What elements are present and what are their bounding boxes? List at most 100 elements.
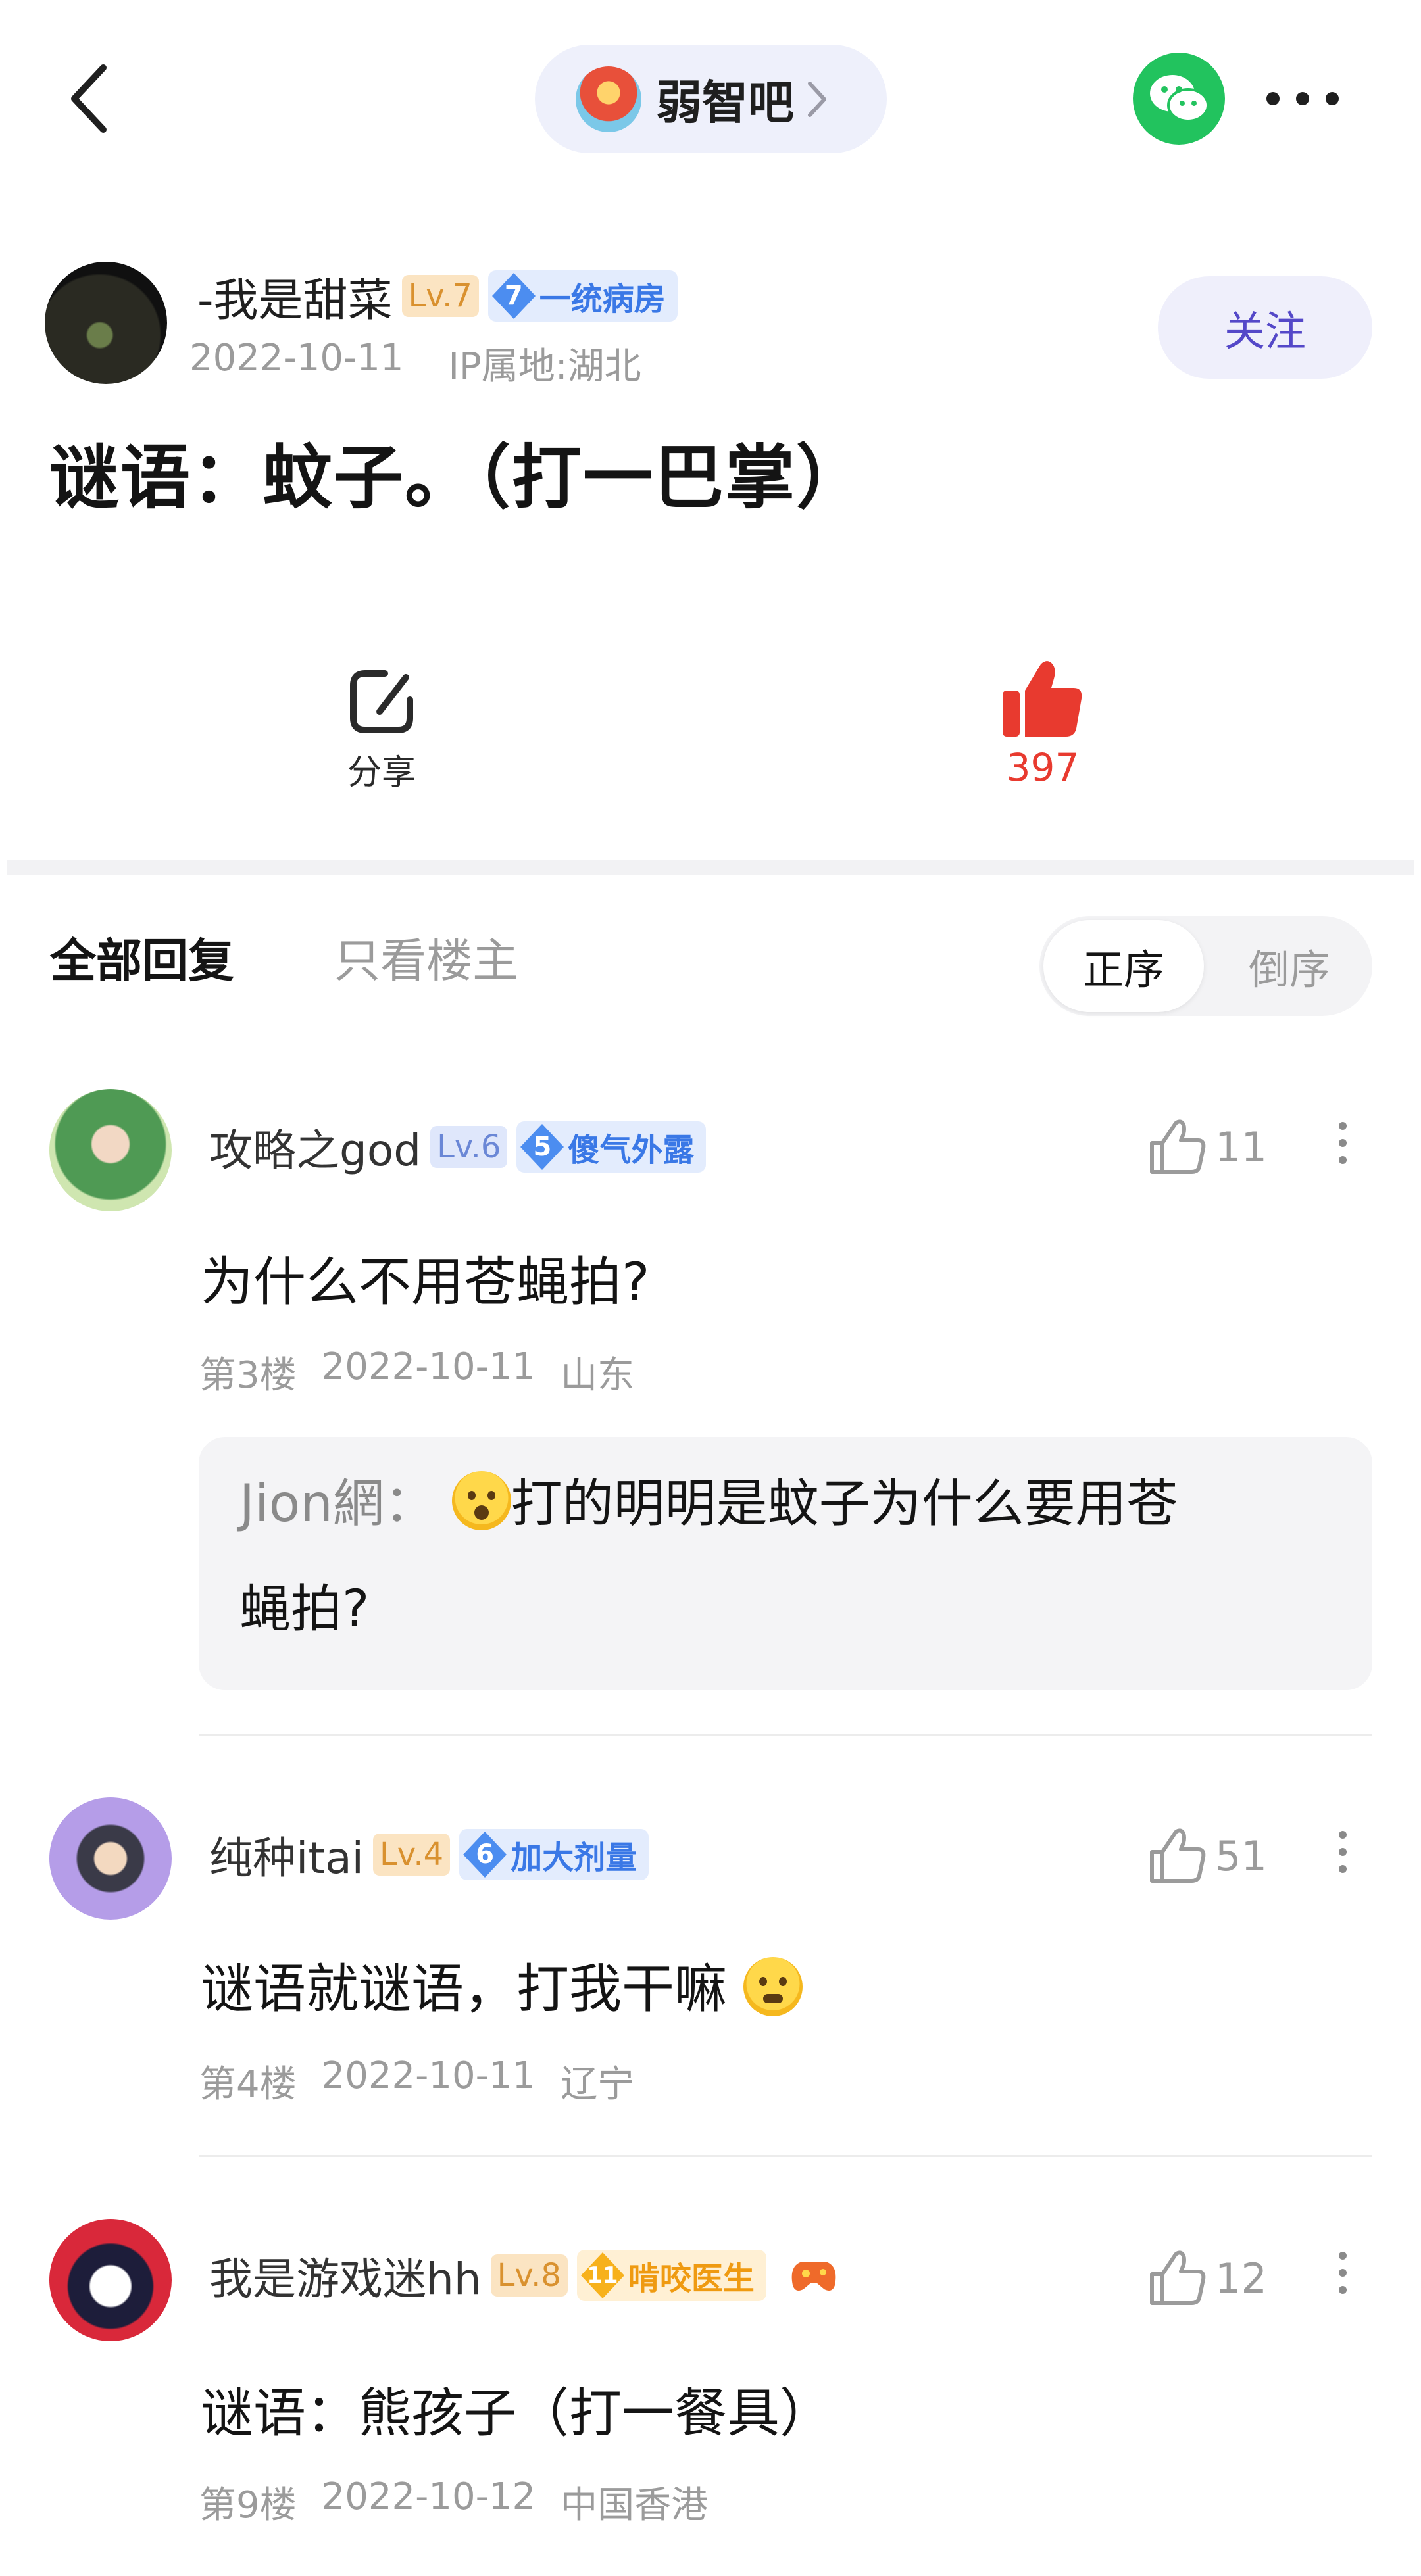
title-badge-number: 6	[476, 1839, 495, 1870]
reply-more-button[interactable]	[1335, 1122, 1350, 1164]
like-button[interactable]: 397	[990, 658, 1095, 790]
reply-like-count: 12	[1215, 2254, 1267, 2302]
back-button[interactable]	[62, 62, 122, 135]
reply-meta: 第9楼 2022-10-12 中国香港	[199, 2475, 708, 2529]
more-options-button[interactable]	[1266, 85, 1339, 112]
reply-date: 2022-10-11	[321, 2054, 536, 2097]
level-badge: Lv.6	[430, 1126, 508, 1168]
wechat-share-button[interactable]	[1133, 53, 1225, 145]
diamond-badge-icon: 7	[488, 270, 539, 322]
reply-text: 谜语：熊孩子（打一餐具）	[201, 2383, 832, 2444]
post-date: 2022-10-11	[189, 337, 404, 379]
reply-text: 为什么不用苍蝇拍?	[201, 1252, 650, 1313]
thumbs-up-filled-icon	[1003, 661, 1082, 737]
dot-icon	[1339, 2269, 1347, 2277]
top-bar: 弱智吧	[0, 0, 1421, 197]
forum-link[interactable]: 弱智吧	[535, 45, 887, 153]
level-badge: Lv.8	[490, 2254, 568, 2297]
reply-location: 中国香港	[561, 2484, 709, 2527]
level-badge: Lv.7	[401, 275, 479, 317]
reply-like-count: 51	[1215, 1832, 1267, 1880]
dot-icon	[1339, 1865, 1347, 1873]
reply-name-row: 纯种itai Lv.4 6 加大剂量	[209, 1822, 649, 1887]
reply-meta: 第3楼 2022-10-11 山东	[199, 1346, 634, 1399]
chevron-right-icon	[808, 81, 826, 117]
reply-date: 2022-10-12	[321, 2475, 536, 2518]
reply-floor: 第3楼	[199, 1354, 297, 1397]
reply-more-button[interactable]	[1335, 1831, 1350, 1873]
reply-username[interactable]: 我是游戏迷hh	[209, 2244, 482, 2307]
dot-icon	[1326, 92, 1339, 105]
op-meta: 2022-10-11 IP属地:湖北	[189, 337, 641, 390]
thumbs-up-icon	[1150, 1828, 1206, 1883]
reply-more-button[interactable]	[1335, 2252, 1350, 2294]
section-divider	[7, 860, 1414, 875]
thumbs-up-icon	[1150, 1119, 1206, 1174]
forum-avatar	[576, 66, 641, 132]
reply-meta: 第4楼 2022-10-11 辽宁	[199, 2054, 634, 2108]
sort-ascending-button[interactable]: 正序	[1043, 920, 1204, 1012]
reply-like-button[interactable]: 51	[1148, 1827, 1267, 1885]
dot-icon	[1339, 1831, 1347, 1839]
dot-icon	[1339, 1122, 1347, 1130]
follow-button[interactable]: 关注	[1158, 276, 1372, 379]
reply-like-button[interactable]: 12	[1148, 2249, 1267, 2307]
title-badge-label: 加大剂量	[511, 1839, 637, 1876]
dot-icon	[1296, 92, 1309, 105]
sub-reply-text-line1: 打的明明是蚊子为什么要用苍	[511, 1474, 1178, 1534]
reply-divider	[199, 2155, 1372, 2157]
angry-emoji-icon	[743, 1957, 803, 2016]
reply-like-count: 11	[1215, 1123, 1267, 1171]
reply-avatar[interactable]	[49, 2219, 172, 2341]
title-badge-number: 11	[587, 2262, 618, 2289]
sort-descending-button[interactable]: 倒序	[1209, 920, 1370, 1012]
reply-like-button[interactable]: 11	[1148, 1118, 1267, 1176]
share-icon	[350, 670, 413, 733]
reply-avatar[interactable]	[49, 1797, 172, 1920]
sub-reply-author[interactable]: Jion網：	[239, 1474, 436, 1534]
reply-floor: 第9楼	[199, 2484, 297, 2527]
reply-username[interactable]: 攻略之god	[209, 1115, 421, 1179]
reply-floor: 第4楼	[199, 2063, 297, 2106]
sub-reply-text-line2: 蝇拍?	[239, 1580, 370, 1639]
tab-op-only[interactable]: 只看楼主	[334, 924, 518, 990]
dot-icon	[1339, 1848, 1347, 1856]
chevron-left-icon	[71, 64, 107, 133]
forum-name: 弱智吧	[656, 76, 794, 130]
diamond-badge-icon: 5	[516, 1121, 568, 1173]
op-avatar[interactable]	[45, 262, 167, 384]
reply-username[interactable]: 纯种itai	[209, 1823, 364, 1886]
post-ip-location: IP属地:湖北	[448, 345, 641, 388]
title-badge: 5 傻气外露	[516, 1121, 707, 1173]
share-label: 分享	[347, 753, 416, 792]
title-badge-number: 7	[504, 281, 523, 311]
op-name-row: -我是甜菜 Lv.7 7 一统病房	[197, 263, 678, 329]
surprised-emoji-icon	[451, 1471, 511, 1530]
level-badge: Lv.4	[373, 1834, 451, 1876]
reply-name-row: 我是游戏迷hh Lv.8 11 啃咬医生	[209, 2243, 841, 2308]
reply-text: 谜语就谜语，打我干嘛	[201, 1947, 803, 2023]
dot-icon	[1266, 92, 1280, 105]
title-badge: 11 啃咬医生	[576, 2250, 766, 2301]
reply-text-content: 谜语就谜语，打我干嘛	[201, 1958, 727, 2020]
reply-name-row: 攻略之god Lv.6 5 傻气外露	[209, 1114, 707, 1180]
title-badge-label: 啃咬医生	[628, 2260, 755, 2297]
share-button[interactable]: 分享	[329, 666, 434, 794]
diamond-badge-icon: 11	[577, 2250, 628, 2301]
op-username[interactable]: -我是甜菜	[197, 264, 393, 329]
reply-avatar[interactable]	[49, 1089, 172, 1211]
reply-date: 2022-10-11	[321, 1346, 536, 1388]
dot-icon	[1339, 2252, 1347, 2260]
dot-icon	[1339, 2286, 1347, 2294]
title-badge: 7 一统病房	[487, 270, 678, 322]
sort-order-toggle: 正序 倒序	[1039, 916, 1372, 1016]
thumbs-up-icon	[1150, 2250, 1206, 2305]
tab-all-replies[interactable]: 全部回复	[50, 924, 234, 990]
reply-location: 辽宁	[561, 2063, 635, 2106]
diamond-badge-icon: 6	[459, 1829, 511, 1880]
post-title: 谜语：蚊子。（打一巴掌）	[49, 437, 867, 518]
sub-reply-box[interactable]: Jion網： 打的明明是蚊子为什么要用苍 蝇拍?	[199, 1437, 1372, 1690]
reply-divider	[199, 1734, 1372, 1736]
reply-location: 山东	[561, 1354, 635, 1397]
title-badge-label: 傻气外露	[568, 1132, 695, 1169]
